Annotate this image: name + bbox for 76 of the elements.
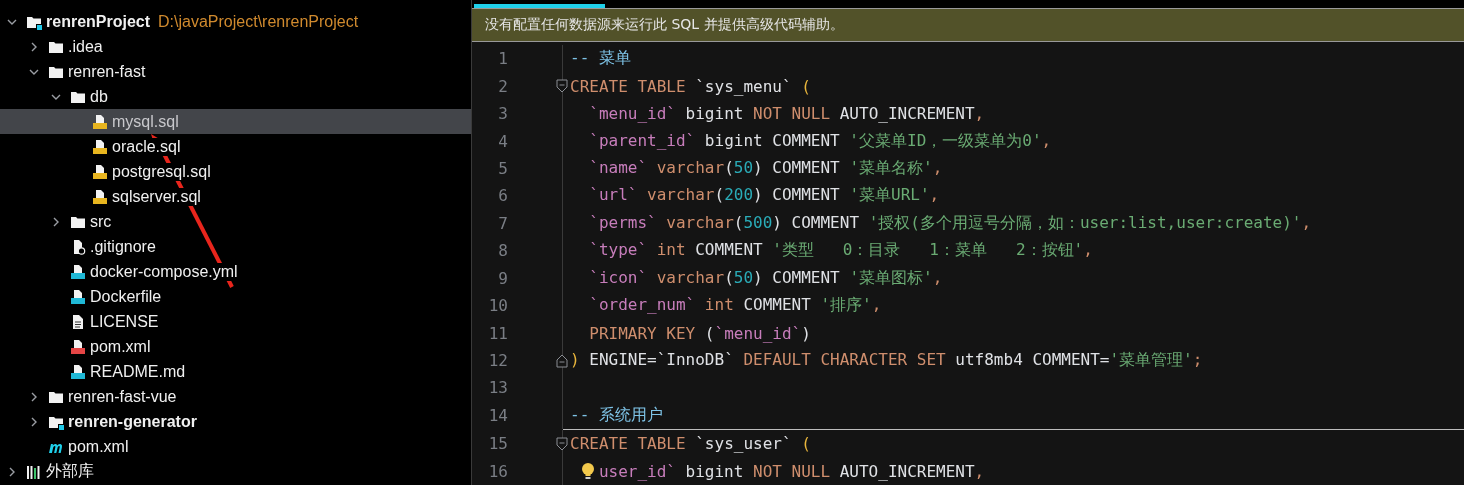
line-number: 3 [497, 104, 508, 124]
library-icon [26, 463, 42, 480]
banner-text: 没有配置任何数据源来运行此 SQL 并提供高级代码辅助。 [485, 15, 844, 34]
file-icon [70, 363, 86, 380]
code-line: `type` int COMMENT '类型 0：目录 1：菜单 2：按钮', [588, 240, 1093, 262]
code-line: `perms` varchar(500) COMMENT '授权(多个用逗号分隔，如：user:list,user:create)', [588, 212, 1312, 234]
line-number: 16 [487, 461, 508, 481]
tree-item[interactable]: docker-compose.yml [0, 259, 471, 284]
tree-item[interactable]: .gitignore [0, 234, 471, 259]
tree-item-label: mysql.sql [112, 112, 179, 131]
file-icon [70, 263, 86, 280]
line-number: 14 [487, 405, 508, 425]
text-file-icon [70, 313, 86, 330]
fold-icon[interactable] [556, 353, 568, 368]
tree-item-label: oracle.sql [112, 137, 181, 156]
line-number: 9 [497, 268, 508, 288]
tree-item[interactable]: postgresql.sql [0, 159, 471, 184]
code-line: `url` varchar(200) COMMENT '菜单URL', [588, 185, 940, 207]
code-line: user_id` bigint NOT NULL AUTO_INCREMENT, [598, 461, 985, 481]
file-icon [92, 163, 108, 180]
tree-item-label: .gitignore [90, 237, 156, 256]
tree-item-label: 外部库 [46, 461, 94, 482]
tree-item-label: renrenProject [46, 12, 151, 31]
tree-item-label: pom.xml [90, 337, 151, 356]
code-line: `menu_id` bigint NOT NULL AUTO_INCREMENT, [588, 104, 985, 124]
lightbulb-icon[interactable] [580, 462, 595, 481]
tree-item[interactable]: sqlserver.sql [0, 184, 471, 209]
line-number: 10 [487, 296, 508, 316]
code-line: CREATE TABLE `sys_user` ( [570, 434, 811, 454]
line-number: 8 [497, 241, 508, 261]
line-number: 2 [497, 76, 508, 96]
tree-item[interactable]: .idea [0, 34, 471, 59]
tree-item-label: docker-compose.yml [90, 262, 238, 281]
line-number: 5 [497, 158, 508, 178]
fold-icon[interactable] [556, 436, 568, 451]
file-icon [70, 288, 86, 305]
code-line: PRIMARY KEY (`menu_id`) [588, 323, 811, 343]
tree-item[interactable]: renrenProject D:\javaProject\renrenProject [0, 9, 471, 34]
tree-item-label: pom.xml [68, 437, 129, 456]
line-number: 13 [487, 378, 508, 398]
tree-item[interactable]: oracle.sql [0, 134, 471, 159]
file-icon [92, 113, 108, 130]
line-number: 1 [497, 49, 508, 69]
file-icon [92, 138, 108, 155]
line-number: 12 [487, 351, 508, 371]
code-line: ) ENGINE=`InnoDB` DEFAULT CHARACTER SET utf8mb4 COMMENT='菜单管理'; [570, 350, 1203, 372]
tree-item[interactable]: src [0, 209, 471, 234]
tree-item[interactable]: db [0, 84, 471, 109]
code-line: CREATE TABLE `sys_menu` ( [570, 76, 811, 96]
tree-item[interactable]: pom.xml [0, 434, 471, 459]
tree-item[interactable]: renren-fast-vue [0, 384, 471, 409]
code-line: `icon` varchar(50) COMMENT '菜单图标', [588, 267, 943, 289]
tree-item-label: sqlserver.sql [112, 187, 201, 206]
line-number: 15 [487, 434, 508, 454]
tree-item[interactable]: Dockerfile [0, 284, 471, 309]
project-path: D:\javaProject\renrenProject [158, 12, 359, 31]
file-icon [70, 338, 86, 355]
line-number: 4 [497, 131, 508, 151]
tree-item[interactable]: renren-fast [0, 59, 471, 84]
code-line: `parent_id` bigint COMMENT '父菜单ID，一级菜单为0', [588, 130, 1052, 152]
tree-item[interactable]: pom.xml [0, 334, 471, 359]
tree-item[interactable]: 外部库 [0, 459, 471, 484]
tree-item[interactable]: README.md [0, 359, 471, 384]
code-line: -- 菜单 [570, 48, 631, 70]
line-number: 11 [487, 323, 508, 343]
code-line: -- 系统用户 [570, 404, 663, 426]
tree-item[interactable]: renren-generator [0, 409, 471, 434]
code-line: `order_num` int COMMENT '排序', [588, 295, 882, 317]
code-line: `name` varchar(50) COMMENT '菜单名称', [588, 157, 943, 179]
file-icon [92, 188, 108, 205]
line-number: 7 [497, 213, 508, 233]
tree-item[interactable]: mysql.sql [0, 109, 471, 134]
fold-icon[interactable] [556, 79, 568, 94]
tree-item-label: postgresql.sql [112, 162, 211, 181]
tree-item[interactable]: LICENSE [0, 309, 471, 334]
line-number: 6 [497, 186, 508, 206]
